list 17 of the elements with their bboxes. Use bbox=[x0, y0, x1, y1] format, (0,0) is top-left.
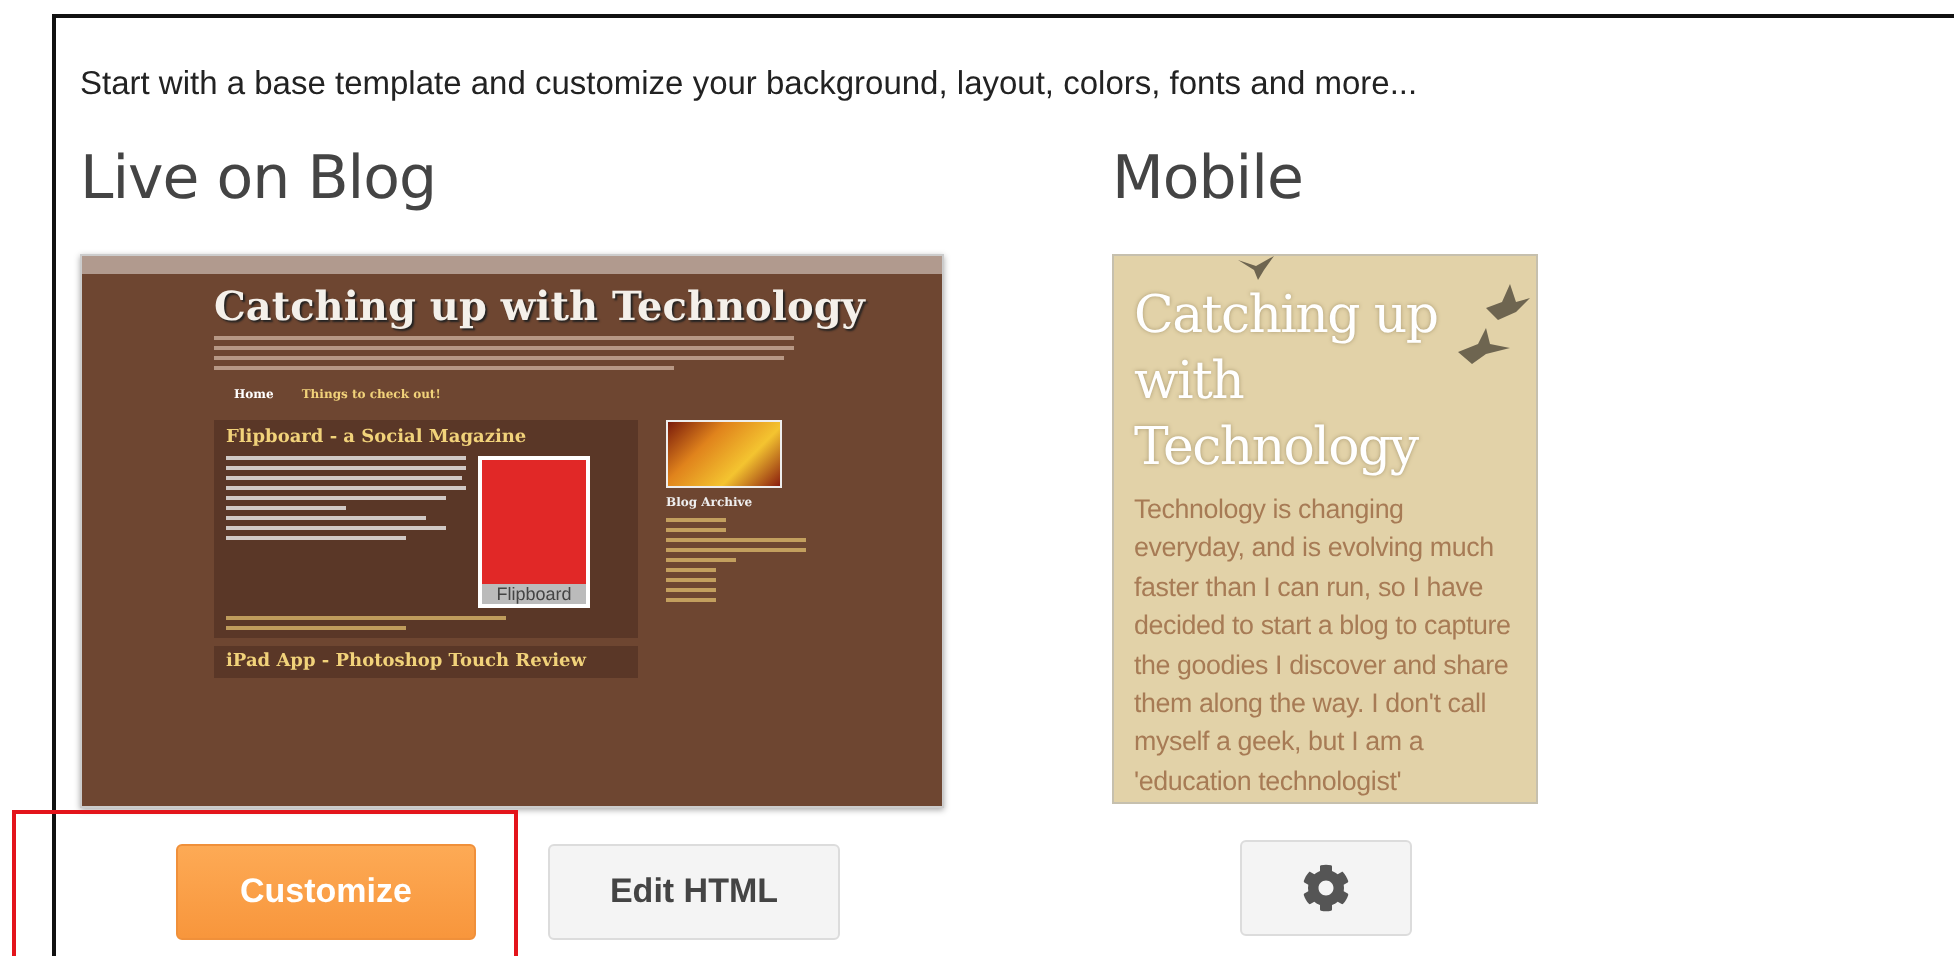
settings-icon bbox=[1302, 864, 1350, 912]
section-heading: Live on Blog bbox=[80, 144, 437, 218]
logo-mark bbox=[482, 460, 586, 584]
mobile-blog-description: Technology is changing everyday, and is evolving much faster than I can run, so I have decided to start a blog to capture the goodies I discover and share them along the way. I don't call myself a geek, but I am a 'education technologist' bbox=[1134, 492, 1513, 800]
logo-text: Flipboard bbox=[482, 584, 586, 604]
photo-placeholder bbox=[666, 420, 782, 488]
mobile-preview[interactable] bbox=[1112, 254, 1538, 804]
blog-title: Catching up with Technology bbox=[214, 282, 868, 330]
post-title: iPad App - Photoshop Touch Review bbox=[226, 652, 589, 672]
settings-button[interactable] bbox=[1240, 840, 1412, 936]
section-heading: Mobile bbox=[1112, 144, 1303, 218]
edit-html-button[interactable]: Edit HTML bbox=[548, 844, 840, 940]
text-lines-drawing bbox=[666, 518, 806, 602]
birds-drawing bbox=[1458, 284, 1530, 368]
post-title: Flipboard - a Social Magazine bbox=[226, 428, 529, 448]
mobile-blog-title: Catching up with Technology bbox=[1134, 284, 1440, 482]
intro-text: Start with a base template and customize your background, layout, colors, fonts and more... bbox=[80, 66, 1420, 104]
